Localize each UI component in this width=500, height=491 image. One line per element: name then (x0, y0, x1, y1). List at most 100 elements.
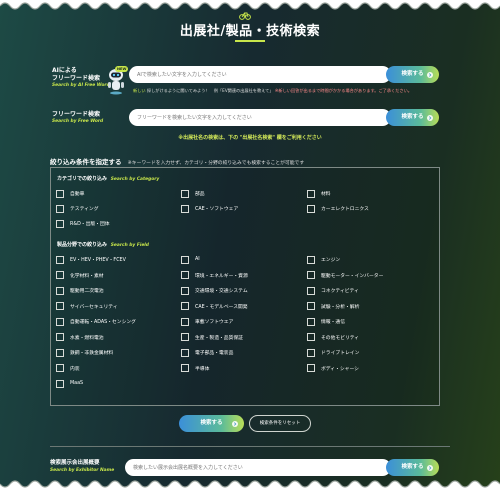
arrow-right-icon (427, 114, 433, 121)
top-wave-border (0, 0, 500, 10)
checkbox[interactable] (307, 317, 315, 326)
checkbox[interactable] (181, 302, 189, 310)
category-checkbox-label: テスティング (70, 207, 99, 212)
checkbox[interactable] (181, 364, 189, 372)
field-checkbox-item[interactable]: 鉄鋼・非鉄金属材料 (56, 348, 113, 357)
ai-search-hint-prefix: 新しい (133, 88, 146, 93)
field-checkbox-item[interactable]: AI (181, 255, 200, 264)
field-checkbox-item[interactable]: 内装 (56, 364, 80, 373)
field-checkbox-label: EV・HEV・PHEV・FCEV (70, 258, 126, 263)
ai-search-button-label: 検索する (401, 71, 424, 77)
field-checkbox-item[interactable]: エンジン (307, 255, 340, 264)
field-checkbox-item[interactable]: MaaS (56, 379, 83, 388)
reset-button[interactable]: 検索条件をリセット (249, 415, 311, 432)
field-checkbox-item[interactable]: 電子部品・電装品 (181, 348, 233, 357)
checkbox[interactable] (56, 255, 64, 264)
exhibitor-search-button[interactable]: 検索する (386, 459, 439, 476)
field-checkbox-item[interactable]: EV・HEV・PHEV・FCEV (56, 255, 126, 264)
field-checkbox-item[interactable]: 車載ソフトウエア (181, 317, 233, 326)
checkbox[interactable] (56, 271, 64, 279)
field-checkbox-item[interactable]: 化学材料・素材 (56, 271, 104, 280)
checkbox[interactable] (181, 348, 189, 357)
checkbox[interactable] (307, 364, 315, 372)
checkbox[interactable] (56, 189, 64, 198)
free-search-label-sub: Search by Free Word (52, 119, 104, 124)
field-checkbox-item[interactable]: その他モビリティ (307, 333, 359, 342)
category-checkbox-item[interactable]: 部品 (181, 189, 205, 198)
field-checkbox-label: 化学材料・素材 (70, 273, 104, 279)
checkbox[interactable] (56, 219, 64, 228)
checkbox[interactable] (307, 255, 315, 264)
free-search-button[interactable]: 検索する (386, 109, 439, 126)
field-checkbox-item[interactable]: CAE・モデルベース開発 (181, 302, 248, 311)
category-checkbox-item[interactable]: CAE・ソフトウェア (181, 204, 238, 213)
checkbox[interactable] (307, 286, 315, 295)
field-checkbox-item[interactable]: 生産・製造・品質保証 (181, 333, 243, 342)
checkbox[interactable] (307, 204, 315, 213)
checkbox[interactable] (56, 317, 64, 326)
checkbox[interactable] (56, 302, 64, 310)
field-checkbox-label: 情報・通信 (321, 320, 345, 325)
checkbox[interactable] (307, 348, 315, 357)
field-checkbox-item[interactable]: 環境・エネルギー・資源 (181, 271, 248, 280)
ai-search-input[interactable] (137, 66, 377, 83)
exhibitor-search-box (125, 459, 391, 476)
field-checkbox-label: エンジン (321, 258, 341, 263)
checkbox[interactable] (56, 348, 64, 357)
field-checkbox-item[interactable]: 駆動モーター・インバーター (307, 271, 383, 280)
free-search-label-main: フリーワード検索 (52, 111, 101, 118)
arrow-right-icon (427, 71, 433, 78)
field-checkbox-label: 試験・分析・解析 (321, 304, 360, 310)
checkbox[interactable] (56, 204, 64, 213)
checkbox[interactable] (181, 189, 189, 198)
field-checkbox-item[interactable]: ボディ・シャーシ (307, 364, 359, 373)
checkbox[interactable] (307, 333, 315, 341)
checkbox[interactable] (181, 333, 189, 341)
checkbox[interactable] (56, 379, 64, 388)
category-group-title: カテゴリでの絞り込み Search by Category (57, 175, 159, 182)
checkbox[interactable] (56, 333, 64, 341)
checkbox[interactable] (307, 302, 315, 310)
category-checkbox-label: 部品 (195, 192, 205, 197)
field-checkbox-item[interactable]: ドライブトレイン (307, 348, 359, 357)
checkbox[interactable] (181, 204, 189, 213)
ai-search-box (129, 66, 391, 83)
field-checkbox-label: その他モビリティ (321, 335, 360, 341)
checkbox[interactable] (307, 271, 315, 279)
category-checkbox-item[interactable]: R&D・出版・団体 (56, 219, 110, 228)
field-checkbox-item[interactable]: コネクティビティ (307, 286, 359, 295)
checkbox[interactable] (181, 286, 189, 295)
field-checkbox-item[interactable]: 水素・燃料電池 (56, 333, 104, 342)
free-search-label: フリーワード検索 Search by Free Word (52, 111, 103, 125)
exhibitor-search-input[interactable] (133, 459, 373, 476)
field-checkbox-item[interactable]: 駆動用二次電池 (56, 286, 104, 295)
field-checkbox-item[interactable]: 自動運転・ADAS・センシング (56, 317, 136, 326)
ai-search-hint: 新しい 探しがけるように聞いてみよう！ 例「EV関連の出展社を教えて」 ※新しい… (133, 88, 412, 94)
checkbox[interactable] (181, 255, 189, 264)
field-checkbox-item[interactable]: サイバーセキュリティ (56, 302, 118, 311)
section-divider (50, 446, 450, 447)
checkbox[interactable] (56, 286, 64, 295)
checkbox[interactable] (56, 364, 64, 372)
ai-search-button[interactable]: 検索する (386, 66, 439, 83)
field-checkbox-item[interactable]: 交通環境・交通システム (181, 286, 248, 295)
field-checkbox-label: 電子部品・電装品 (195, 351, 234, 356)
free-search-input[interactable] (137, 109, 377, 126)
category-checkbox-item[interactable]: テスティング (56, 204, 99, 213)
checkbox[interactable] (181, 317, 189, 326)
page-title-row: 出展社/製品・技術検索 (0, 20, 500, 39)
field-group-title: 製品分野での絞り込み Search by Field (57, 241, 149, 248)
field-checkbox-label: 生産・製造・品質保証 (195, 335, 243, 341)
category-checkbox-item[interactable]: 自動車 (56, 189, 84, 198)
checkbox[interactable] (307, 189, 315, 198)
field-checkbox-item[interactable]: 情報・通信 (307, 317, 345, 326)
category-checkbox-item[interactable]: カーエレクトロニクス (307, 204, 369, 213)
ai-search-hint-note: ※新しい回答が出るまで時間がかかる場合があります。ご了承ください。 (274, 88, 412, 93)
field-checkbox-label: MaaS (70, 381, 84, 386)
field-checkbox-label: 交通環境・交通システム (195, 289, 248, 294)
filter-search-button[interactable]: 検索する (179, 415, 244, 432)
category-checkbox-item[interactable]: 材料 (307, 189, 331, 198)
checkbox[interactable] (181, 271, 189, 279)
field-checkbox-item[interactable]: 試験・分析・解析 (307, 302, 359, 311)
field-checkbox-item[interactable]: 半導体 (181, 364, 209, 373)
